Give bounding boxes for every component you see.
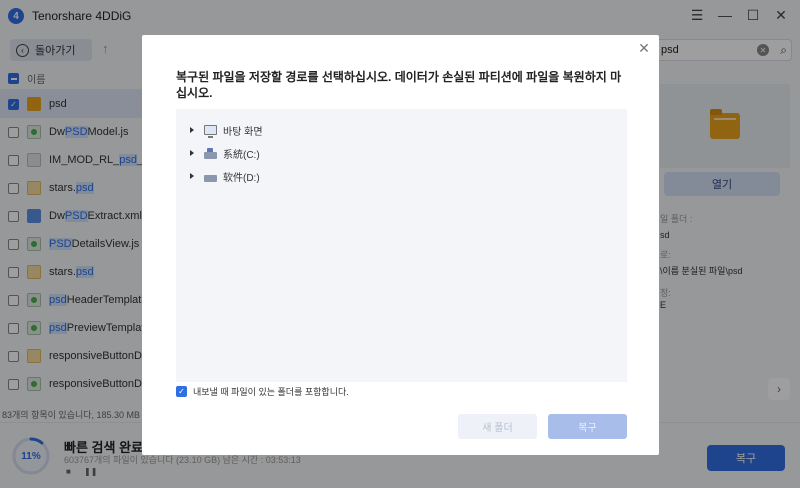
save-location-dialog: ✕ 복구된 파일을 저장할 경로를 선택하십시오. 데이터가 손실된 파티션에 … — [142, 35, 659, 455]
new-folder-button[interactable]: 새 폴더 — [458, 414, 537, 439]
tree-node-label: 系統(C:) — [223, 149, 260, 161]
expand-arrow-icon[interactable] — [190, 127, 194, 133]
tree-node-desktop[interactable]: 바탕 화면 — [190, 121, 263, 139]
include-folder-label: 내보낼 때 파일이 있는 폴더를 포함합니다. — [193, 387, 349, 397]
folder-tree: 바탕 화면 系統(C:) 软件(D:) — [176, 109, 627, 382]
dialog-message: 복구된 파일을 저장할 경로를 선택하십시오. 데이터가 손실된 파티션에 파일… — [176, 70, 622, 100]
system-drive-icon — [204, 147, 217, 159]
tree-node-drive-c[interactable]: 系統(C:) — [190, 144, 260, 162]
tree-node-drive-d[interactable]: 软件(D:) — [190, 167, 260, 185]
include-folder-option[interactable]: ✓ 내보낼 때 파일이 있는 폴더를 포함합니다. — [176, 385, 349, 398]
tree-node-label: 바탕 화면 — [223, 126, 263, 138]
drive-icon — [204, 174, 217, 182]
expand-arrow-icon[interactable] — [190, 173, 194, 179]
tree-node-label: 软件(D:) — [223, 172, 260, 184]
close-icon[interactable]: ✕ — [637, 40, 651, 56]
include-folder-checkbox[interactable]: ✓ — [176, 386, 187, 397]
dialog-recover-button[interactable]: 복구 — [548, 414, 627, 439]
expand-arrow-icon[interactable] — [190, 150, 194, 156]
desktop-icon — [204, 125, 217, 138]
